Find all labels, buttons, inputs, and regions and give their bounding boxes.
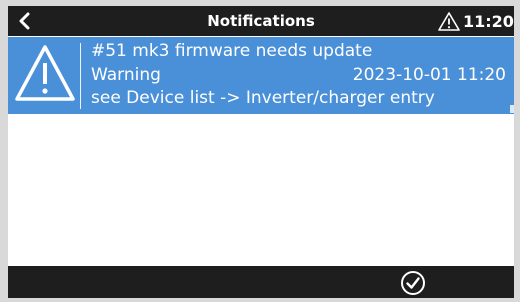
notification-type: Warning — [91, 65, 161, 85]
notification-title: #51 mk3 firmware needs update — [91, 41, 373, 61]
notification-timestamp: 2023-10-01 11:20 — [352, 65, 506, 85]
warning-triangle-icon[interactable] — [438, 11, 460, 31]
check-circle-icon[interactable] — [400, 270, 426, 296]
notification-description: see Device list -> Inverter/charger entr… — [91, 88, 435, 108]
notification-item[interactable]: #51 mk3 firmware needs update Warning 20… — [8, 37, 514, 114]
scroll-indicator — [510, 105, 514, 113]
back-button[interactable] — [8, 6, 42, 36]
warning-triangle-icon — [15, 45, 75, 101]
bottom-bar — [8, 266, 514, 298]
page-title: Notifications — [207, 12, 315, 30]
notification-list-empty-area — [8, 114, 514, 266]
clock: 11:20 — [463, 11, 514, 31]
notifications-screen: Notifications 11:20 #51 mk3 firmware nee… — [8, 6, 514, 298]
chevron-left-icon — [19, 12, 30, 30]
divider — [80, 43, 81, 109]
top-bar: Notifications 11:20 — [8, 6, 514, 36]
